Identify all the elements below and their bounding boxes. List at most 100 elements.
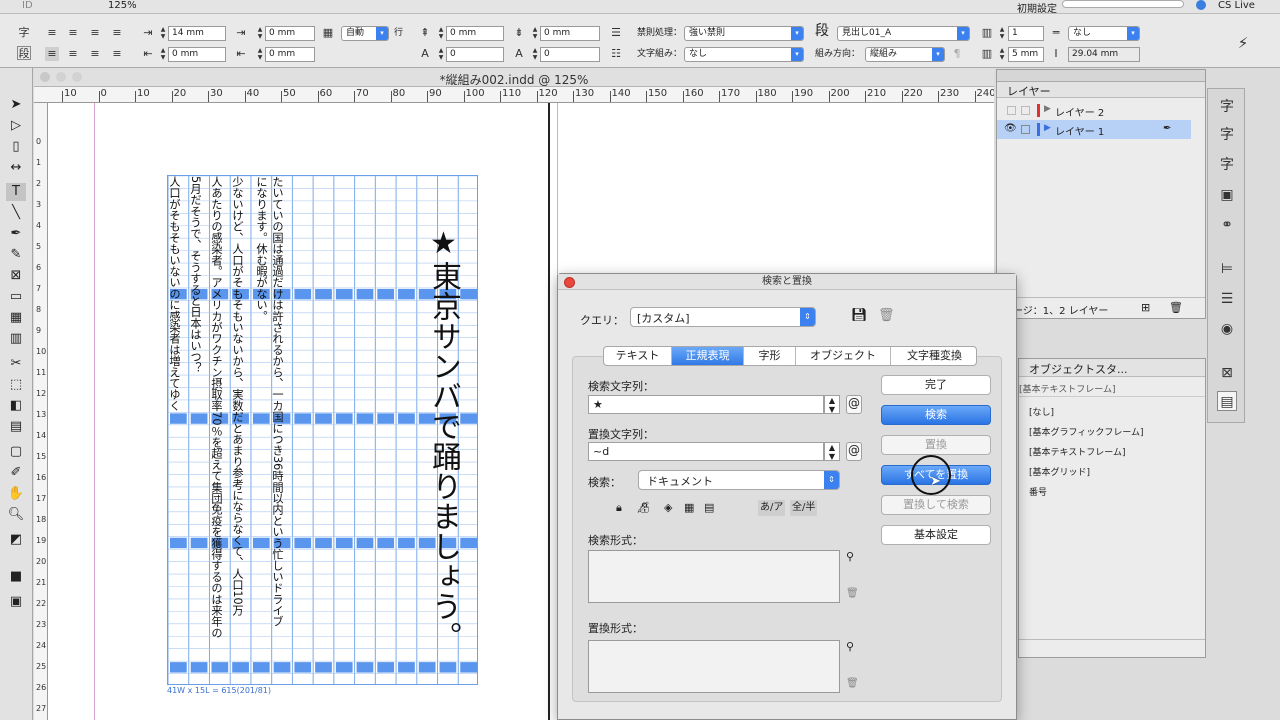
story-direction-select[interactable]: 縦組み ▾ <box>865 47 945 62</box>
free-transform-icon[interactable]: ⬚ <box>6 376 26 394</box>
style-row[interactable]: 番号 <box>1019 481 1205 501</box>
view-mode-icon[interactable]: ▣ <box>6 593 26 611</box>
drop-cap-chars-field[interactable]: 0 <box>540 47 600 62</box>
drop-cap-lines-field[interactable]: 0 <box>446 47 504 62</box>
scissors-icon[interactable]: ✂ <box>6 355 26 373</box>
space-before-stepper[interactable]: ▲ ▼ <box>437 26 445 41</box>
layer-row[interactable]: ▶ レイヤー 2 <box>997 101 1205 120</box>
object-styles-tab[interactable]: オブジェクトスタ... <box>1019 359 1205 377</box>
columns-field[interactable]: 1 <box>1008 26 1044 41</box>
hidden-layers-icon[interactable]: ◈ <box>664 501 672 514</box>
right-indent-field[interactable]: 0 mm <box>265 26 315 41</box>
eye-icon[interactable]: 👁︎ <box>1004 123 1017 134</box>
numbered-list-icon[interactable]: ☷ <box>609 47 623 61</box>
search-scope-select[interactable]: ドキュメント ⇕ <box>638 470 840 490</box>
layer-row-selected[interactable]: 👁︎ ▶ レイヤー 1 ✒ <box>997 120 1191 139</box>
horizontal-grid-icon[interactable]: ▦ <box>6 309 26 327</box>
layers-tab[interactable]: レイヤー <box>997 82 1205 98</box>
new-layer-icon[interactable]: ⊞ <box>1141 301 1150 314</box>
trash-icon[interactable]: 🗑︎ <box>1169 301 1183 314</box>
clear-find-format-icon[interactable]: 🗑︎ <box>846 588 859 599</box>
style-row[interactable]: [基本テキストフレーム] <box>1019 441 1205 461</box>
first-line-indent-stepper[interactable]: ▲ ▼ <box>159 47 167 62</box>
character-icon[interactable]: 字 <box>1217 155 1237 175</box>
paragraph-style-select[interactable]: 見出し01_A ▾ <box>837 26 970 41</box>
object-styles-icon[interactable]: ▤ <box>1217 391 1237 411</box>
kana-sensitive-toggle[interactable]: あ/ア <box>758 500 786 516</box>
vertical-text-frame[interactable]: ★東京サンバで踊りましょう。 たいていの国は通過だけは許されるから、一カ国につき… <box>167 175 478 685</box>
locked-stories-icon[interactable]: 🔏︎ <box>636 501 650 514</box>
pen-tool-icon[interactable]: ✒ <box>6 225 26 243</box>
right-indent-stepper[interactable]: ▲ ▼ <box>256 26 264 41</box>
line-tool-icon[interactable]: ╲ <box>6 204 26 222</box>
pilcrow-icon[interactable]: ¶ <box>950 47 964 61</box>
swatches-icon[interactable]: ◉ <box>1217 319 1237 339</box>
specify-find-format-icon[interactable]: ⚲ <box>846 550 854 563</box>
rule-select[interactable]: なし ▾ <box>1068 26 1140 41</box>
gutter-field[interactable]: 5 mm <box>1008 47 1044 62</box>
expand-triangle-icon[interactable]: ▶ <box>1044 104 1051 114</box>
horizontal-ruler[interactable]: 10 0 10 20 30 40 50 60 70 80 90 100 110 120 130 140 150 1… <box>34 87 994 103</box>
gutter-stepper[interactable]: ▲ ▼ <box>998 47 1006 62</box>
tab-glyph[interactable]: 字形 <box>744 347 796 365</box>
align-left-icon[interactable]: ≡ <box>45 26 59 40</box>
change-to-input[interactable]: ~d <box>588 442 824 461</box>
page-tool-icon[interactable]: ▯ <box>6 138 26 156</box>
delete-query-icon[interactable]: 🗑︎ <box>878 308 895 323</box>
cs-live-icon[interactable] <box>1196 0 1206 10</box>
columns-stepper[interactable]: ▲ ▼ <box>998 26 1006 41</box>
visibility-toggle[interactable] <box>1007 106 1016 115</box>
pencil-tool-icon[interactable]: ✎ <box>6 246 26 264</box>
rectangle-frame-icon[interactable]: ⊠ <box>6 267 26 285</box>
align-center-icon[interactable]: ≡ <box>66 26 80 40</box>
direct-selection-icon[interactable]: ▷ <box>6 117 26 135</box>
special-chars-icon[interactable]: @ <box>846 395 862 414</box>
pages-icon[interactable]: ▣ <box>1217 185 1237 205</box>
cs-live-label[interactable]: CS Live <box>1218 0 1255 11</box>
stroke-icon[interactable]: ☰ <box>1217 289 1237 309</box>
first-line-indent-field[interactable]: 0 mm <box>168 47 226 62</box>
space-after-stepper[interactable]: ▲ ▼ <box>531 26 539 41</box>
workspace-switcher[interactable]: 初期設定 <box>1017 0 1057 15</box>
width-field[interactable]: 29.04 mm <box>1068 47 1140 62</box>
locked-layers-icon[interactable]: 🔒︎ <box>616 501 622 515</box>
zoom-level[interactable]: 125% <box>108 0 137 11</box>
close-dialog-icon[interactable] <box>564 277 575 288</box>
align-right-icon[interactable]: ≡ <box>88 26 102 40</box>
list-icon[interactable]: ☰ <box>609 26 623 40</box>
vertical-grid-icon[interactable]: ▥ <box>6 330 26 348</box>
panel-header[interactable] <box>997 70 1205 82</box>
query-select[interactable]: [カスタム] ⇕ <box>630 307 816 327</box>
footnotes-icon[interactable]: ▤ <box>704 501 714 514</box>
find-history-stepper[interactable]: ▲ ▼ <box>824 395 840 414</box>
note-icon[interactable]: ▢ <box>6 443 26 461</box>
lock-toggle[interactable] <box>1021 106 1030 115</box>
width-sensitive-toggle[interactable]: 全/半 <box>790 500 818 516</box>
clear-change-format-icon[interactable]: 🗑︎ <box>846 678 859 689</box>
help-search-input[interactable] <box>1062 0 1184 8</box>
find-format-box[interactable] <box>588 550 840 603</box>
hand-tool-icon[interactable]: ✋ <box>6 485 26 503</box>
done-button[interactable]: 完了 <box>881 375 991 395</box>
formatting-container-icon[interactable]: ■ <box>6 568 26 586</box>
eyedropper-icon[interactable]: ✐ <box>6 464 26 482</box>
change-find-button[interactable]: 置換して検索 <box>881 495 991 515</box>
tab-object[interactable]: オブジェクト <box>796 347 891 365</box>
drop-cap-chars-stepper[interactable]: ▲ ▼ <box>531 47 539 62</box>
save-query-icon[interactable]: 💾︎ <box>851 308 868 323</box>
justify-full-icon[interactable]: ≡ <box>110 47 124 61</box>
find-button[interactable]: 検索 <box>881 405 991 425</box>
master-pages-icon[interactable]: ▦ <box>684 501 694 514</box>
fewer-options-button[interactable]: 基本設定 <box>881 525 991 545</box>
specify-change-format-icon[interactable]: ⚲ <box>846 640 854 653</box>
style-row[interactable]: [なし] <box>1019 401 1205 421</box>
links-icon[interactable]: ⚭ <box>1217 215 1237 235</box>
space-after-field[interactable]: 0 mm <box>540 26 600 41</box>
gradient-feather-icon[interactable]: ▤ <box>6 418 26 436</box>
gradient-icon[interactable]: ◧ <box>6 397 26 415</box>
mojigumi-select[interactable]: なし ▾ <box>684 47 804 62</box>
rectangle-tool-icon[interactable]: ▭ <box>6 288 26 306</box>
auto-leading-select[interactable]: 自動 ▾ <box>341 26 389 41</box>
kinsoku-select[interactable]: 強い禁則 ▾ <box>684 26 804 41</box>
style-row[interactable]: [基本グラフィックフレーム] <box>1019 421 1205 441</box>
